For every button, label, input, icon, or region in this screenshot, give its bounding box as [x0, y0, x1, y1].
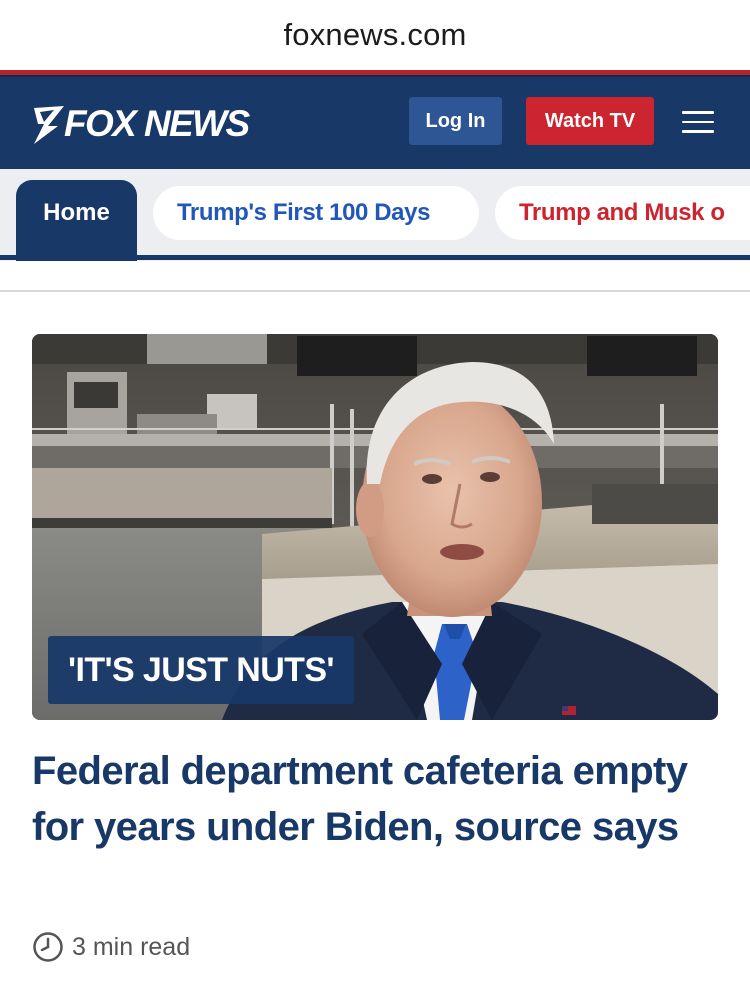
tabs-underline: [0, 255, 750, 260]
read-time-text: 3 min read: [72, 932, 191, 961]
article-headline[interactable]: Federal department cafeteria empty for y…: [32, 743, 722, 855]
section-tabs: Home Trump's First 100 Days Trump and Mu…: [0, 169, 750, 261]
story-kicker-label: 'IT'S JUST NUTS': [48, 636, 354, 704]
url-text[interactable]: foxnews.com: [283, 17, 466, 53]
logo-text: FOX NEWS: [64, 103, 250, 144]
login-button[interactable]: Log In: [409, 97, 502, 145]
tab-trump-and-musk[interactable]: Trump and Musk o: [495, 186, 750, 240]
clock-icon: [33, 932, 63, 962]
tab-home[interactable]: Home: [16, 180, 137, 261]
fox-news-logo[interactable]: FOX NEWS: [30, 102, 250, 146]
tab-trumps-first-100-days[interactable]: Trump's First 100 Days: [153, 186, 479, 240]
fox-lightning-icon: [34, 106, 64, 144]
watch-tv-button[interactable]: Watch TV: [526, 97, 654, 145]
read-time: 3 min read: [32, 930, 190, 964]
site-header: FOX NEWS Log In Watch TV: [0, 75, 750, 169]
hamburger-menu-icon[interactable]: [682, 111, 714, 133]
browser-url-bar[interactable]: foxnews.com: [0, 0, 750, 70]
section-divider: [0, 290, 750, 292]
